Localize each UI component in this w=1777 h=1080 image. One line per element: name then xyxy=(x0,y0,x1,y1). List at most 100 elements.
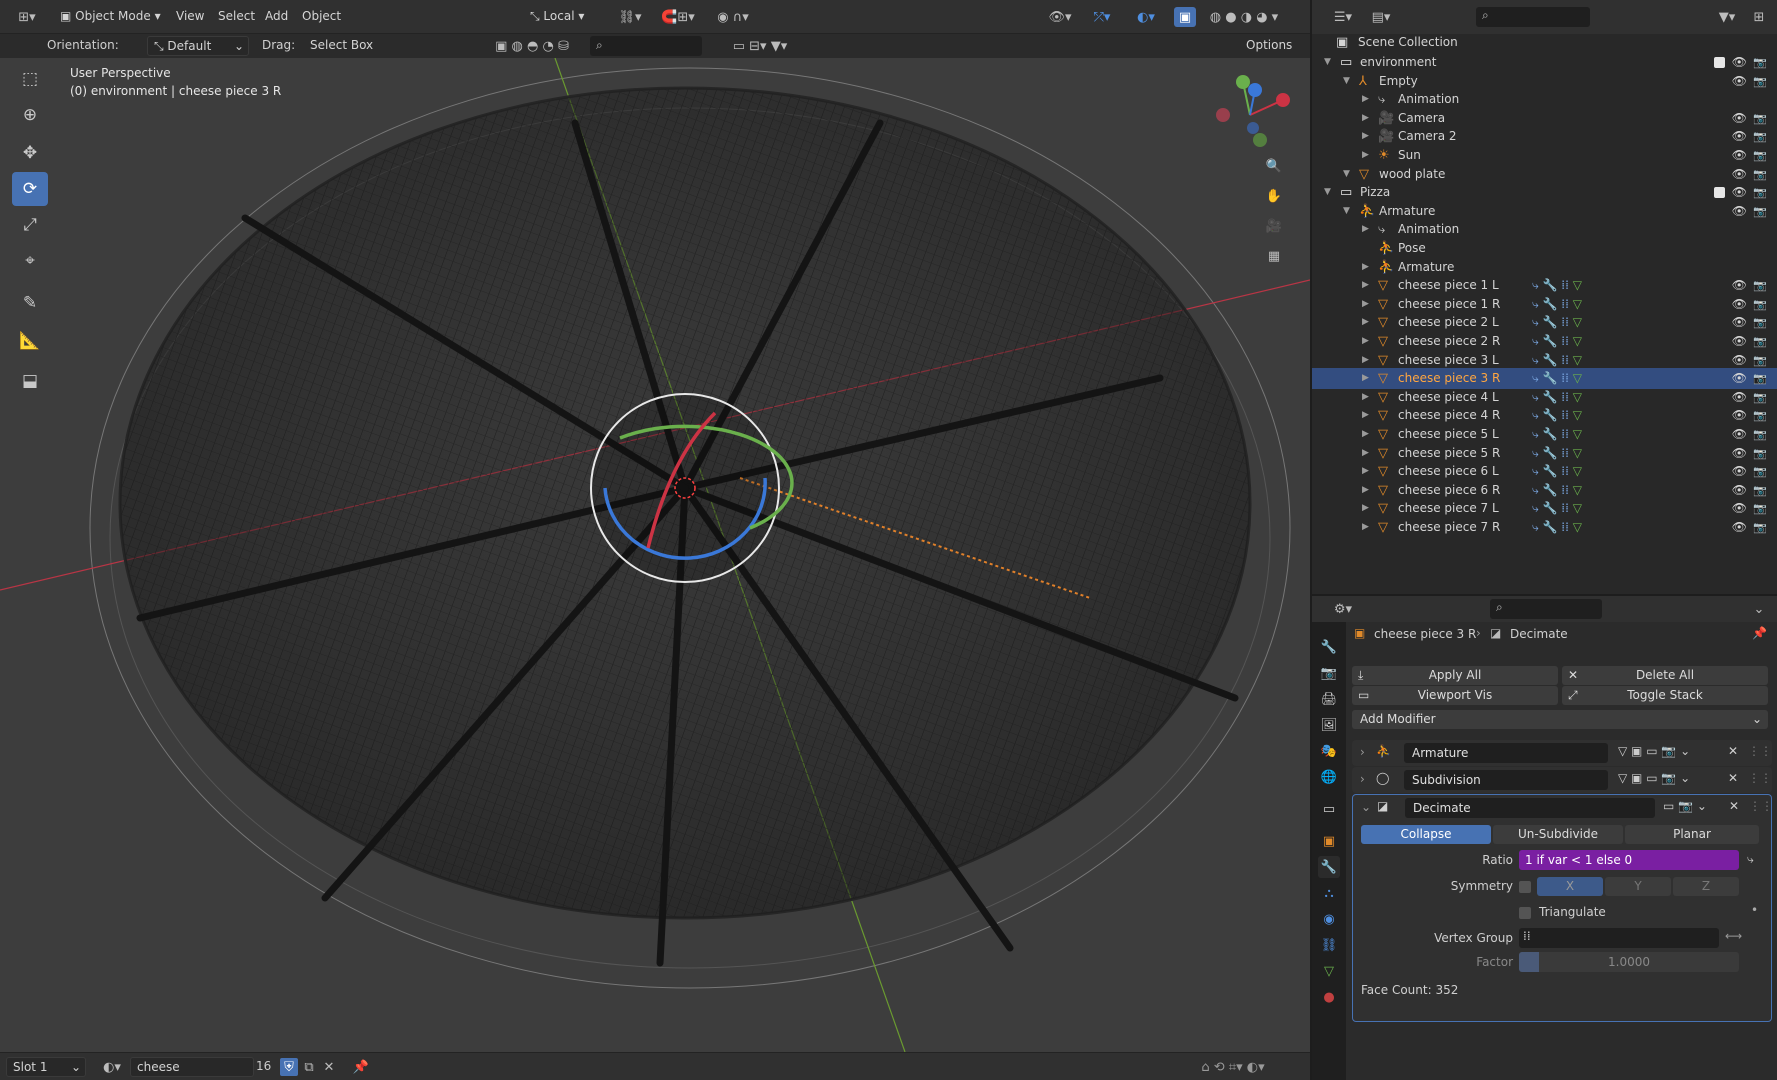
drag-dropdown[interactable]: Select Box ⌄ xyxy=(304,36,380,70)
modifier-toggle-icons[interactable]: ▽ ▣ ▭ 📷 ⌄ xyxy=(1618,771,1690,785)
menu-object[interactable]: Object xyxy=(302,9,341,23)
transform-orientation-dropdown[interactable]: ⤡ Local ▾ xyxy=(524,7,608,27)
pivot-icon[interactable]: ⛓▾ xyxy=(612,7,648,27)
symmetry-checkbox[interactable] xyxy=(1519,881,1531,893)
object-tab-icon[interactable]: ▣ xyxy=(1318,830,1340,852)
subdivision-modifier-header[interactable]: › ◯ Subdivision ▽ ▣ ▭ 📷 ⌄ ✕ ⋮⋮ xyxy=(1352,767,1772,793)
ortho-grid-icon[interactable]: ▦ xyxy=(1262,244,1286,268)
delete-all-button[interactable]: ✕ Delete All xyxy=(1562,666,1768,685)
filter-icon[interactable]: ▼▾ xyxy=(1712,7,1742,27)
add-cube-tool[interactable]: ⬓ xyxy=(12,364,48,398)
driver-icon[interactable]: ⤷ xyxy=(1747,852,1754,867)
3d-viewport[interactable]: User Perspective (0) environment | chees… xyxy=(0,58,1310,1052)
toggle-stack-button[interactable]: ⤢ Toggle Stack xyxy=(1562,686,1768,705)
chevron-down-icon[interactable]: ⌄ xyxy=(1748,599,1770,619)
viewport-status-icons[interactable]: ⌂ ⟲ ⌗▾ ◐▾ xyxy=(1168,1058,1298,1076)
xray-icon[interactable]: ▣ xyxy=(1174,7,1196,27)
particles-tab-icon[interactable]: ⛬ xyxy=(1318,882,1340,904)
outliner-editor-icon[interactable]: ☰▾ xyxy=(1328,7,1358,27)
menu-view[interactable]: View xyxy=(176,9,204,23)
camera-view-icon[interactable]: 🎥 xyxy=(1262,214,1286,238)
modifier-toggle-icons[interactable]: ▭ 📷 ⌄ xyxy=(1663,799,1707,813)
eye-icon[interactable]: 👁 xyxy=(1732,517,1747,538)
navigation-gizmo[interactable] xyxy=(1205,70,1295,160)
tool-tab-icon[interactable]: 🔧 xyxy=(1318,636,1340,658)
view-layer-tab-icon[interactable]: 🖼 xyxy=(1318,714,1340,736)
symmetry-axis-x[interactable]: X xyxy=(1537,877,1603,896)
modifier-toggle-icons[interactable]: ▽ ▣ ▭ 📷 ⌄ xyxy=(1618,744,1690,758)
properties-editor-icon[interactable]: ⚙▾ xyxy=(1328,599,1358,619)
search-input[interactable]: ⌕ xyxy=(590,36,702,56)
symmetry-axis-y[interactable]: Y xyxy=(1605,877,1671,896)
add-modifier-dropdown[interactable]: Add Modifier ⌄ xyxy=(1352,710,1768,729)
chevron-right-icon[interactable]: › xyxy=(1360,772,1365,786)
factor-slider[interactable]: 1.0000 xyxy=(1519,952,1739,972)
constraints-tab-icon[interactable]: ⛓ xyxy=(1318,934,1340,956)
render-tab-icon[interactable]: 📷 xyxy=(1318,662,1340,684)
subdivision-modifier-name[interactable]: Subdivision xyxy=(1404,770,1608,790)
gizmo-icon[interactable]: ⤱▾ xyxy=(1082,7,1122,27)
close-icon[interactable]: ✕ xyxy=(1728,744,1738,758)
zoom-icon[interactable]: 🔍 xyxy=(1262,154,1286,178)
visibility-icon[interactable]: 👁▾ xyxy=(1040,7,1080,27)
pin-icon[interactable]: 📌 xyxy=(1752,626,1767,640)
filter-icons[interactable]: ▭ ⊟▾ ▼▾ xyxy=(710,36,810,56)
material-browse-icon[interactable]: ◐▾ xyxy=(96,1057,128,1077)
drag-handle-icon[interactable]: ⋮⋮ xyxy=(1748,744,1772,758)
material-users-count[interactable]: 16 xyxy=(256,1059,278,1077)
collapse-mode-button[interactable]: Collapse xyxy=(1361,825,1491,844)
ratio-driver-field[interactable]: 1 if var < 1 else 0 xyxy=(1519,850,1739,870)
symmetry-axis-z[interactable]: Z xyxy=(1673,877,1739,896)
selection-mode-icons[interactable]: ▣ ◍ ◓ ◔ ⛁ xyxy=(482,36,582,56)
editor-type-icon[interactable]: ⊞▾ xyxy=(12,7,42,27)
display-mode-icon[interactable]: ▤▾ xyxy=(1366,7,1396,27)
options-dropdown[interactable]: Options ⌄ xyxy=(1240,36,1302,70)
material-slot-dropdown[interactable]: Slot 1 ⌄ xyxy=(6,1057,86,1077)
snap-icon[interactable]: 🧲⊞▾ xyxy=(652,7,704,27)
outliner-search-input[interactable]: ⌕ xyxy=(1476,7,1590,27)
drag-handle-icon[interactable]: ⋮⋮ xyxy=(1749,799,1773,813)
modifier-tab-icon[interactable]: 🔧 xyxy=(1318,856,1340,878)
select-box-tool[interactable]: ⬚ xyxy=(12,62,48,96)
armature-modifier-header[interactable]: › ⛹ Armature ▽ ▣ ▭ 📷 ⌄ ✕ ⋮⋮ xyxy=(1352,740,1772,766)
transform-tool[interactable]: ⌖ xyxy=(12,244,48,278)
triangulate-checkbox[interactable] xyxy=(1519,907,1531,919)
chevron-right-icon[interactable]: › xyxy=(1360,745,1365,759)
expand-arrow-right-icon[interactable]: ▶ xyxy=(1362,517,1369,538)
menu-add[interactable]: Add xyxy=(265,9,288,23)
fake-user-shield-icon[interactable]: ⛨ xyxy=(280,1058,298,1076)
properties-search-input[interactable]: ⌕ xyxy=(1490,599,1602,619)
orientation-dropdown[interactable]: ⤡ Default ⌄ xyxy=(147,36,249,56)
planar-mode-button[interactable]: Planar xyxy=(1625,825,1759,844)
unsubdivide-mode-button[interactable]: Un-Subdivide xyxy=(1493,825,1623,844)
vertex-group-field[interactable]: ⁞⁞ xyxy=(1519,928,1719,948)
proportional-edit-icon[interactable]: ◉ ∩▾ xyxy=(710,7,756,27)
outliner-row[interactable]: ▶ ▽ cheese piece 7 R ⤷ 🔧 ⁞⁞ ▽ 👁 📷 xyxy=(1312,517,1777,538)
close-icon[interactable]: ✕ xyxy=(320,1058,338,1076)
armature-modifier-name[interactable]: Armature xyxy=(1404,743,1608,763)
scene-collection-row[interactable]: ▣ Scene Collection xyxy=(1312,32,1777,53)
decimate-modifier-name[interactable]: Decimate xyxy=(1405,798,1655,818)
measure-tool[interactable]: 📐 xyxy=(12,324,48,358)
invert-icon[interactable]: ⟷ xyxy=(1725,929,1742,943)
viewport-vis-button[interactable]: ▭ Viewport Vis xyxy=(1352,686,1558,705)
close-icon[interactable]: ✕ xyxy=(1728,771,1738,785)
collection-tab-icon[interactable]: ▭ xyxy=(1318,798,1340,820)
rotate-tool[interactable]: ⟳ xyxy=(12,172,48,206)
scale-tool[interactable]: ⤢ xyxy=(12,208,48,242)
duplicate-icon[interactable]: ⧉ xyxy=(300,1058,318,1076)
new-collection-icon[interactable]: ⊞ xyxy=(1748,7,1770,27)
shading-modes-icon[interactable]: ◍ ● ◑ ◕ ▾ xyxy=(1198,7,1290,27)
scene-tab-icon[interactable]: 🎭 xyxy=(1318,740,1340,762)
pin-icon[interactable]: 📌 xyxy=(352,1058,370,1076)
world-tab-icon[interactable]: 🌐 xyxy=(1318,766,1340,788)
exclude-checkbox[interactable] xyxy=(1714,187,1725,199)
annotate-tool[interactable]: ✎ xyxy=(12,286,48,320)
chevron-down-icon[interactable]: ⌄ xyxy=(1361,800,1371,814)
exclude-checkbox[interactable] xyxy=(1714,57,1725,68)
material-name-field[interactable]: cheese xyxy=(130,1057,254,1077)
output-tab-icon[interactable]: 🖨 xyxy=(1318,688,1340,710)
mode-dropdown[interactable]: ▣ Object Mode ▾ xyxy=(54,7,164,27)
cursor-tool[interactable]: ⊕ xyxy=(12,98,48,132)
close-icon[interactable]: ✕ xyxy=(1729,799,1739,813)
